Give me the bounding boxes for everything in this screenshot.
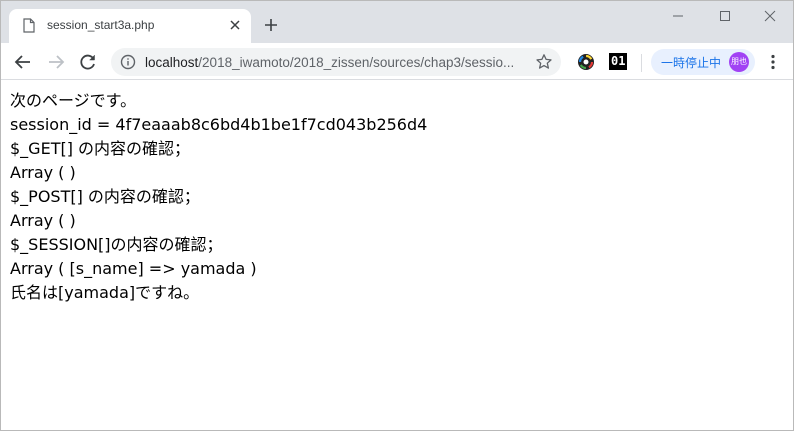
tab-strip: session_start3a.php [1,1,793,43]
bookmark-star-icon[interactable] [535,53,553,71]
content-line: 次のページです。 [10,91,137,110]
forward-arrow-icon[interactable] [46,52,66,72]
reload-icon[interactable] [78,52,98,72]
page-content: 次のページです。 session_id = 4f7eaaab8c6bd4b1be… [10,89,780,305]
content-line: Array ( ) [10,163,76,182]
url-path: /2018_iwamoto/2018_zissen/sources/chap3/… [198,55,515,70]
sync-paused-button[interactable]: 一時停止中 朋也 [651,49,755,75]
close-window-icon[interactable] [761,7,779,25]
avatar: 朋也 [729,52,749,72]
color-wheel-extension-icon[interactable] [577,53,595,71]
document-icon [23,18,35,33]
minimize-icon[interactable] [669,7,687,25]
content-line: $_GET[] の内容の確認； [10,139,191,158]
new-tab-button[interactable] [263,17,279,33]
content-line: $_SESSION[]の内容の確認； [10,235,223,254]
more-menu-icon[interactable] [767,53,779,71]
sync-paused-label: 一時停止中 [661,56,722,70]
back-arrow-icon[interactable] [13,52,33,72]
browser-window: session_start3a.php localhost/2018_iwamo… [0,0,794,431]
content-line: Array ( [s_name] => yamada ) [10,259,257,278]
tab-title: session_start3a.php [47,18,155,32]
content-line: session_id = 4f7eaaab8c6bd4b1be1f7cd043b… [10,115,428,134]
url-text[interactable]: localhost/2018_iwamoto/2018_zissen/sourc… [145,55,525,70]
address-bar[interactable]: localhost/2018_iwamoto/2018_zissen/sourc… [111,48,561,76]
tab-session-start3a[interactable]: session_start3a.php [9,9,251,43]
content-line: $_POST[] の内容の確認； [10,187,200,206]
maximize-icon[interactable] [716,7,734,25]
content-line: Array ( ) [10,211,76,230]
toolbar-divider [641,54,642,72]
url-host: localhost [145,55,199,70]
info-icon[interactable] [120,54,136,70]
content-line: 氏名は[yamada]ですね。 [10,283,200,302]
binary-extension-icon[interactable]: 01 [609,53,628,70]
close-icon[interactable] [228,18,242,32]
